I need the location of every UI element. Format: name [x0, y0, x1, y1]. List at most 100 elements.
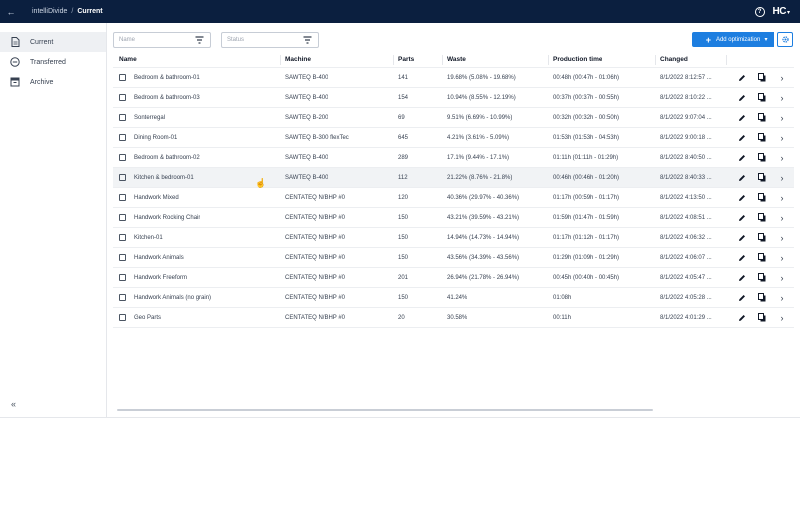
edit-icon[interactable]	[736, 228, 748, 247]
edit-icon[interactable]	[736, 208, 748, 227]
name-filter-input[interactable]: Name	[113, 32, 211, 48]
column-divider[interactable]	[726, 55, 727, 65]
table-row[interactable]: Bedroom & bathroom-03 SAWTEQ B-400 154 10.9…	[113, 88, 794, 108]
edit-icon[interactable]	[736, 68, 748, 87]
chevron-right-icon[interactable]: ›	[776, 108, 788, 127]
row-checkbox[interactable]	[119, 88, 126, 107]
chevron-right-icon[interactable]: ›	[776, 288, 788, 307]
sidebar-item-transferred[interactable]: Transferred	[0, 52, 106, 72]
row-checkbox[interactable]	[119, 248, 126, 267]
chevron-right-icon[interactable]: ›	[776, 188, 788, 207]
edit-icon[interactable]	[736, 188, 748, 207]
edit-icon[interactable]	[736, 88, 748, 107]
column-header-production-time[interactable]: Production time	[553, 52, 602, 67]
chevron-right-icon[interactable]: ›	[776, 148, 788, 167]
copy-icon[interactable]	[756, 268, 768, 287]
row-checkbox[interactable]	[119, 108, 126, 127]
table-row[interactable]: Handwork Freeform CENTATEQ N/BHP #0 201 26.…	[113, 268, 794, 288]
table-row[interactable]: Dining Room-01 SAWTEQ B-300 flexTec 645 4.2…	[113, 128, 794, 148]
edit-icon[interactable]	[736, 128, 748, 147]
copy-icon[interactable]	[756, 168, 768, 187]
row-checkbox[interactable]	[119, 148, 126, 167]
table-row[interactable]: Handwork Rocking Chair CENTATEQ N/BHP #0 1…	[113, 208, 794, 228]
row-checkbox[interactable]	[119, 288, 126, 307]
row-checkbox[interactable]	[119, 68, 126, 87]
column-divider[interactable]	[655, 55, 656, 65]
table-row[interactable]: Bedroom & bathroom-01 SAWTEQ B-400 141 19.6…	[113, 68, 794, 88]
row-checkbox[interactable]	[119, 268, 126, 287]
copy-icon[interactable]	[756, 108, 768, 127]
copy-icon[interactable]	[756, 68, 768, 87]
edit-icon[interactable]	[736, 148, 748, 167]
row-checkbox[interactable]	[119, 208, 126, 227]
chevron-right-icon[interactable]: ›	[776, 68, 788, 87]
checkbox-icon	[119, 314, 126, 321]
table-row[interactable]: Kitchen & bedroom-01 SAWTEQ B-400 112 21.22…	[113, 168, 794, 188]
column-header-waste[interactable]: Waste	[447, 52, 466, 67]
column-header-machine[interactable]: Machine	[285, 52, 311, 67]
chevron-right-icon[interactable]: ›	[776, 168, 788, 187]
edit-icon[interactable]	[736, 248, 748, 267]
copy-icon[interactable]	[756, 188, 768, 207]
breadcrumb-current: Current	[77, 8, 103, 15]
brand-menu[interactable]: HC▾	[773, 6, 790, 17]
row-checkbox[interactable]	[119, 128, 126, 147]
table-row[interactable]: Geo Parts CENTATEQ N/BHP #0 20 30.58% 00:11h…	[113, 308, 794, 328]
table-row[interactable]: Handwork Animals (no grain) CENTATEQ N/BH…	[113, 288, 794, 308]
copy-icon[interactable]	[756, 228, 768, 247]
column-divider[interactable]	[393, 55, 394, 65]
edit-icon[interactable]	[736, 108, 748, 127]
column-header-changed[interactable]: Changed	[660, 52, 688, 67]
chevron-right-icon[interactable]: ›	[776, 268, 788, 287]
column-divider[interactable]	[280, 55, 281, 65]
column-divider[interactable]	[548, 55, 549, 65]
edit-icon[interactable]	[736, 268, 748, 287]
column-header-parts[interactable]: Parts	[398, 52, 414, 67]
chevron-right-icon[interactable]: ›	[776, 88, 788, 107]
row-checkbox[interactable]	[119, 228, 126, 247]
status-filter-input[interactable]: Status	[221, 32, 319, 48]
copy-icon[interactable]	[756, 288, 768, 307]
sidebar-item-current[interactable]: Current	[0, 32, 106, 52]
back-arrow-icon[interactable]: ←	[0, 7, 22, 17]
edit-icon[interactable]	[736, 308, 748, 327]
add-optimization-dropdown[interactable]: ▾	[760, 32, 772, 47]
chevron-right-icon[interactable]: ›	[776, 208, 788, 227]
main-content: Name Status + Add optimization ▾ Name Ma…	[107, 23, 800, 417]
table-row[interactable]: Handwork Animals CENTATEQ N/BHP #0 150 43.5…	[113, 248, 794, 268]
table-row[interactable]: Handwork Mixed CENTATEQ N/BHP #0 120 40.36%…	[113, 188, 794, 208]
filter-icon[interactable]	[195, 36, 204, 46]
column-divider[interactable]	[442, 55, 443, 65]
cell-changed: 8/1/2022 8:12:57 ...	[660, 74, 712, 81]
filter-icon[interactable]	[303, 36, 312, 46]
breadcrumb-app[interactable]: intelliDivide	[32, 8, 67, 15]
copy-icon[interactable]	[756, 208, 768, 227]
chevron-right-icon[interactable]: ›	[776, 128, 788, 147]
copy-icon[interactable]	[756, 148, 768, 167]
collapse-sidebar-icon[interactable]: «	[11, 399, 16, 409]
copy-icon[interactable]	[756, 248, 768, 267]
column-header-name[interactable]: Name	[119, 52, 137, 67]
chevron-right-icon[interactable]: ›	[776, 228, 788, 247]
help-icon[interactable]: ?	[754, 6, 765, 17]
row-checkbox[interactable]	[119, 168, 126, 187]
row-checkbox[interactable]	[119, 188, 126, 207]
copy-icon[interactable]	[756, 308, 768, 327]
table-row[interactable]: Bedroom & bathroom-02 SAWTEQ B-400 289 17.1…	[113, 148, 794, 168]
cell-machine: CENTATEQ N/BHP #0	[285, 314, 346, 321]
row-checkbox[interactable]	[119, 308, 126, 327]
sidebar-item-archive[interactable]: Archive	[0, 72, 106, 92]
edit-icon[interactable]	[736, 288, 748, 307]
horizontal-scrollbar[interactable]	[117, 409, 653, 411]
copy-icon[interactable]	[756, 128, 768, 147]
edit-icon[interactable]	[736, 168, 748, 187]
table-settings-button[interactable]	[777, 32, 793, 47]
transfer-icon	[10, 57, 20, 67]
chevron-right-icon[interactable]: ›	[776, 308, 788, 327]
chevron-right-icon[interactable]: ›	[776, 248, 788, 267]
table-row[interactable]: Kitchen-01 CENTATEQ N/BHP #0 150 14.94% (14…	[113, 228, 794, 248]
cell-machine: SAWTEQ B-400	[285, 154, 329, 161]
table-row[interactable]: Sonterregal SAWTEQ B-200 69 9.51% (6.69% - …	[113, 108, 794, 128]
copy-icon[interactable]	[756, 88, 768, 107]
cell-parts: 150	[398, 214, 409, 221]
